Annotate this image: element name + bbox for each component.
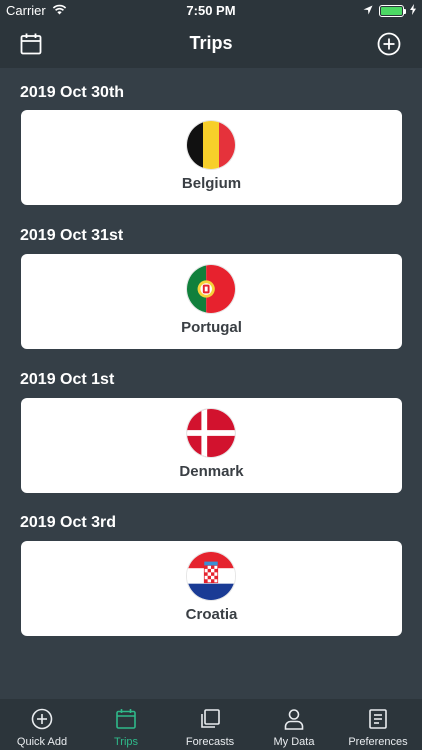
country-name: Denmark (179, 463, 244, 480)
battery-icon (379, 4, 406, 17)
add-circle-icon (377, 32, 401, 56)
copy-icon (201, 709, 220, 728)
add-trip-button[interactable] (377, 32, 401, 56)
trip-date: 2019 Oct 30th (20, 84, 125, 101)
tab-bar: Quick Add Trips Forecasts My Data Prefer… (0, 699, 422, 750)
trip-card-portugal[interactable]: Portugal (21, 254, 402, 349)
user-icon (284, 709, 304, 730)
trip-date: 2019 Oct 3rd (20, 514, 117, 531)
add-circle-icon (31, 708, 53, 730)
status-time: 7:50 PM (186, 3, 236, 18)
tab-my-data[interactable]: My Data (252, 699, 336, 750)
portugal-flag-icon (186, 264, 236, 314)
tab-label: Trips (113, 736, 139, 748)
trip-date: 2019 Oct 31st (20, 227, 124, 244)
tab-label: Quick Add (16, 736, 68, 748)
croatia-flag-icon (186, 551, 236, 601)
tab-preferences[interactable]: Preferences (336, 699, 420, 750)
document-icon (369, 709, 387, 729)
tab-label: My Data (273, 736, 315, 748)
country-name: Croatia (185, 606, 238, 623)
tab-label: Preferences (348, 736, 408, 748)
status-bar: Carrier 7:50 PM (0, 0, 422, 22)
battery-fill (381, 6, 402, 15)
tab-trips[interactable]: Trips (84, 699, 168, 750)
trip-card-belgium[interactable]: Belgium (21, 110, 402, 205)
tab-forecasts[interactable]: Forecasts (168, 699, 252, 750)
tab-quick-add[interactable]: Quick Add (0, 699, 84, 750)
belgium-flag-icon (186, 120, 236, 170)
calendar-icon (116, 709, 136, 729)
trip-list: 2019 Oct 30th Belgium 2019 Oct 31st Port… (0, 68, 422, 699)
trip-card-denmark[interactable]: Denmark (21, 398, 402, 493)
status-right (363, 3, 416, 18)
trip-date: 2019 Oct 1st (20, 371, 115, 388)
trip-card-croatia[interactable]: Croatia (21, 541, 402, 636)
top-bar: Carrier 7:50 PM Trips (0, 0, 422, 68)
charging-bolt-icon (410, 3, 416, 18)
page-title: Trips (189, 33, 233, 53)
denmark-flag-icon (186, 408, 236, 458)
nav-bar: Trips (0, 22, 422, 68)
tab-label: Forecasts (185, 736, 235, 748)
location-arrow-icon (363, 3, 373, 18)
country-name: Belgium (181, 175, 242, 192)
country-name: Portugal (181, 319, 242, 336)
